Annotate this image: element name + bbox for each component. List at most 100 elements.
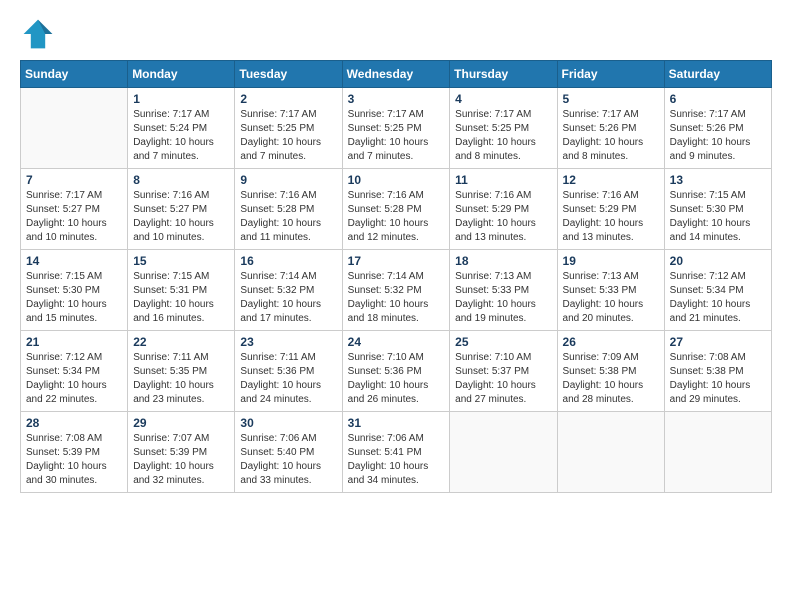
day-number: 7 bbox=[26, 173, 122, 187]
header-friday: Friday bbox=[557, 61, 664, 88]
calendar-cell: 16 Sunrise: 7:14 AMSunset: 5:32 PMDaylig… bbox=[235, 250, 342, 331]
calendar-cell: 9 Sunrise: 7:16 AMSunset: 5:28 PMDayligh… bbox=[235, 169, 342, 250]
day-number: 17 bbox=[348, 254, 445, 268]
header-thursday: Thursday bbox=[450, 61, 557, 88]
day-number: 28 bbox=[26, 416, 122, 430]
day-number: 11 bbox=[455, 173, 551, 187]
calendar-cell: 29 Sunrise: 7:07 AMSunset: 5:39 PMDaylig… bbox=[128, 412, 235, 493]
calendar-cell: 23 Sunrise: 7:11 AMSunset: 5:36 PMDaylig… bbox=[235, 331, 342, 412]
calendar-cell: 26 Sunrise: 7:09 AMSunset: 5:38 PMDaylig… bbox=[557, 331, 664, 412]
day-number: 2 bbox=[240, 92, 336, 106]
calendar: SundayMondayTuesdayWednesdayThursdayFrid… bbox=[20, 60, 772, 493]
day-info: Sunrise: 7:12 AMSunset: 5:34 PMDaylight:… bbox=[670, 270, 766, 326]
calendar-cell: 21 Sunrise: 7:12 AMSunset: 5:34 PMDaylig… bbox=[21, 331, 128, 412]
header-sunday: Sunday bbox=[21, 61, 128, 88]
day-number: 15 bbox=[133, 254, 229, 268]
header-monday: Monday bbox=[128, 61, 235, 88]
day-info: Sunrise: 7:17 AMSunset: 5:25 PMDaylight:… bbox=[348, 108, 445, 164]
calendar-cell: 5 Sunrise: 7:17 AMSunset: 5:26 PMDayligh… bbox=[557, 88, 664, 169]
calendar-week-row: 1 Sunrise: 7:17 AMSunset: 5:24 PMDayligh… bbox=[21, 88, 772, 169]
header-wednesday: Wednesday bbox=[342, 61, 450, 88]
page-header bbox=[20, 16, 772, 52]
day-info: Sunrise: 7:14 AMSunset: 5:32 PMDaylight:… bbox=[240, 270, 336, 326]
day-number: 30 bbox=[240, 416, 336, 430]
calendar-cell: 25 Sunrise: 7:10 AMSunset: 5:37 PMDaylig… bbox=[450, 331, 557, 412]
day-info: Sunrise: 7:17 AMSunset: 5:25 PMDaylight:… bbox=[240, 108, 336, 164]
day-number: 23 bbox=[240, 335, 336, 349]
calendar-cell: 4 Sunrise: 7:17 AMSunset: 5:25 PMDayligh… bbox=[450, 88, 557, 169]
day-info: Sunrise: 7:11 AMSunset: 5:35 PMDaylight:… bbox=[133, 351, 229, 407]
calendar-cell bbox=[557, 412, 664, 493]
calendar-cell: 11 Sunrise: 7:16 AMSunset: 5:29 PMDaylig… bbox=[450, 169, 557, 250]
calendar-cell: 27 Sunrise: 7:08 AMSunset: 5:38 PMDaylig… bbox=[664, 331, 771, 412]
calendar-cell: 13 Sunrise: 7:15 AMSunset: 5:30 PMDaylig… bbox=[664, 169, 771, 250]
calendar-week-row: 21 Sunrise: 7:12 AMSunset: 5:34 PMDaylig… bbox=[21, 331, 772, 412]
calendar-cell: 3 Sunrise: 7:17 AMSunset: 5:25 PMDayligh… bbox=[342, 88, 450, 169]
calendar-week-row: 28 Sunrise: 7:08 AMSunset: 5:39 PMDaylig… bbox=[21, 412, 772, 493]
day-info: Sunrise: 7:13 AMSunset: 5:33 PMDaylight:… bbox=[563, 270, 659, 326]
day-number: 21 bbox=[26, 335, 122, 349]
day-number: 16 bbox=[240, 254, 336, 268]
day-info: Sunrise: 7:11 AMSunset: 5:36 PMDaylight:… bbox=[240, 351, 336, 407]
day-info: Sunrise: 7:08 AMSunset: 5:39 PMDaylight:… bbox=[26, 432, 122, 488]
day-info: Sunrise: 7:13 AMSunset: 5:33 PMDaylight:… bbox=[455, 270, 551, 326]
day-info: Sunrise: 7:12 AMSunset: 5:34 PMDaylight:… bbox=[26, 351, 122, 407]
day-number: 9 bbox=[240, 173, 336, 187]
day-info: Sunrise: 7:15 AMSunset: 5:30 PMDaylight:… bbox=[670, 189, 766, 245]
day-number: 22 bbox=[133, 335, 229, 349]
day-info: Sunrise: 7:17 AMSunset: 5:25 PMDaylight:… bbox=[455, 108, 551, 164]
day-info: Sunrise: 7:14 AMSunset: 5:32 PMDaylight:… bbox=[348, 270, 445, 326]
day-info: Sunrise: 7:17 AMSunset: 5:27 PMDaylight:… bbox=[26, 189, 122, 245]
calendar-cell: 19 Sunrise: 7:13 AMSunset: 5:33 PMDaylig… bbox=[557, 250, 664, 331]
logo bbox=[20, 16, 62, 52]
day-info: Sunrise: 7:16 AMSunset: 5:27 PMDaylight:… bbox=[133, 189, 229, 245]
day-number: 3 bbox=[348, 92, 445, 106]
day-info: Sunrise: 7:15 AMSunset: 5:30 PMDaylight:… bbox=[26, 270, 122, 326]
calendar-cell: 17 Sunrise: 7:14 AMSunset: 5:32 PMDaylig… bbox=[342, 250, 450, 331]
calendar-cell bbox=[664, 412, 771, 493]
day-info: Sunrise: 7:10 AMSunset: 5:36 PMDaylight:… bbox=[348, 351, 445, 407]
day-number: 20 bbox=[670, 254, 766, 268]
calendar-cell: 31 Sunrise: 7:06 AMSunset: 5:41 PMDaylig… bbox=[342, 412, 450, 493]
calendar-cell: 18 Sunrise: 7:13 AMSunset: 5:33 PMDaylig… bbox=[450, 250, 557, 331]
day-number: 12 bbox=[563, 173, 659, 187]
calendar-header-row: SundayMondayTuesdayWednesdayThursdayFrid… bbox=[21, 61, 772, 88]
day-info: Sunrise: 7:06 AMSunset: 5:41 PMDaylight:… bbox=[348, 432, 445, 488]
logo-icon bbox=[20, 16, 56, 52]
day-info: Sunrise: 7:16 AMSunset: 5:28 PMDaylight:… bbox=[348, 189, 445, 245]
day-number: 29 bbox=[133, 416, 229, 430]
day-number: 31 bbox=[348, 416, 445, 430]
calendar-cell: 7 Sunrise: 7:17 AMSunset: 5:27 PMDayligh… bbox=[21, 169, 128, 250]
day-info: Sunrise: 7:07 AMSunset: 5:39 PMDaylight:… bbox=[133, 432, 229, 488]
day-number: 27 bbox=[670, 335, 766, 349]
day-info: Sunrise: 7:09 AMSunset: 5:38 PMDaylight:… bbox=[563, 351, 659, 407]
calendar-cell: 1 Sunrise: 7:17 AMSunset: 5:24 PMDayligh… bbox=[128, 88, 235, 169]
header-saturday: Saturday bbox=[664, 61, 771, 88]
calendar-cell: 15 Sunrise: 7:15 AMSunset: 5:31 PMDaylig… bbox=[128, 250, 235, 331]
day-number: 6 bbox=[670, 92, 766, 106]
calendar-cell: 2 Sunrise: 7:17 AMSunset: 5:25 PMDayligh… bbox=[235, 88, 342, 169]
day-info: Sunrise: 7:17 AMSunset: 5:26 PMDaylight:… bbox=[670, 108, 766, 164]
day-number: 24 bbox=[348, 335, 445, 349]
day-number: 8 bbox=[133, 173, 229, 187]
day-info: Sunrise: 7:16 AMSunset: 5:29 PMDaylight:… bbox=[563, 189, 659, 245]
calendar-cell: 28 Sunrise: 7:08 AMSunset: 5:39 PMDaylig… bbox=[21, 412, 128, 493]
day-info: Sunrise: 7:17 AMSunset: 5:26 PMDaylight:… bbox=[563, 108, 659, 164]
calendar-week-row: 7 Sunrise: 7:17 AMSunset: 5:27 PMDayligh… bbox=[21, 169, 772, 250]
day-number: 13 bbox=[670, 173, 766, 187]
day-info: Sunrise: 7:15 AMSunset: 5:31 PMDaylight:… bbox=[133, 270, 229, 326]
day-number: 10 bbox=[348, 173, 445, 187]
calendar-cell: 20 Sunrise: 7:12 AMSunset: 5:34 PMDaylig… bbox=[664, 250, 771, 331]
day-info: Sunrise: 7:16 AMSunset: 5:28 PMDaylight:… bbox=[240, 189, 336, 245]
day-number: 14 bbox=[26, 254, 122, 268]
calendar-cell: 22 Sunrise: 7:11 AMSunset: 5:35 PMDaylig… bbox=[128, 331, 235, 412]
day-number: 1 bbox=[133, 92, 229, 106]
calendar-cell: 6 Sunrise: 7:17 AMSunset: 5:26 PMDayligh… bbox=[664, 88, 771, 169]
day-number: 26 bbox=[563, 335, 659, 349]
day-info: Sunrise: 7:06 AMSunset: 5:40 PMDaylight:… bbox=[240, 432, 336, 488]
day-info: Sunrise: 7:17 AMSunset: 5:24 PMDaylight:… bbox=[133, 108, 229, 164]
day-info: Sunrise: 7:08 AMSunset: 5:38 PMDaylight:… bbox=[670, 351, 766, 407]
calendar-cell bbox=[21, 88, 128, 169]
day-info: Sunrise: 7:16 AMSunset: 5:29 PMDaylight:… bbox=[455, 189, 551, 245]
header-tuesday: Tuesday bbox=[235, 61, 342, 88]
